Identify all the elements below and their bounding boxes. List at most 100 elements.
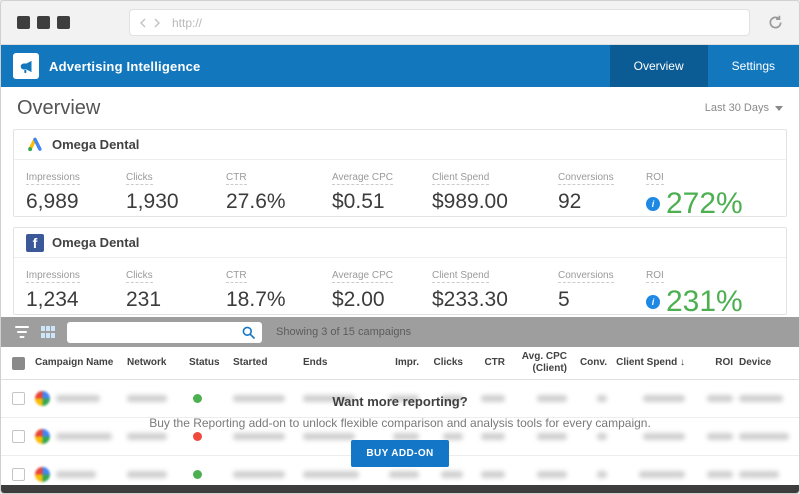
redacted-cell-text (481, 471, 505, 478)
info-icon[interactable]: i (646, 197, 660, 211)
column-header-clicks[interactable]: Clicks (425, 357, 469, 370)
info-icon[interactable]: i (646, 295, 660, 309)
metric-label: Average CPC (332, 270, 393, 283)
redacted-cell-text (441, 471, 463, 478)
browser-chrome (1, 1, 799, 45)
column-header-client-spend[interactable]: Client Spend ↓ (613, 357, 691, 370)
page-heading-row: Overview Last 30 Days (1, 87, 799, 129)
search-icon[interactable] (242, 326, 255, 339)
metric-client-spend: Client Spend $233.30 (432, 265, 558, 319)
filter-icon[interactable] (15, 326, 29, 338)
metric-clicks: Clicks 1,930 (126, 167, 226, 221)
column-header-status[interactable]: Status (189, 357, 233, 370)
metric-label: Clicks (126, 270, 153, 283)
refresh-icon[interactable] (768, 15, 783, 30)
metric-label: Conversions (558, 270, 614, 283)
metric-value: $989.00 (432, 190, 558, 214)
metric-label: CTR (226, 172, 247, 185)
browser-back-button[interactable] (17, 16, 30, 29)
table-toolbar: Showing 3 of 15 campaigns (1, 317, 799, 347)
metric-value: 27.6% (226, 190, 332, 214)
url-bar-chevrons-icon (140, 18, 160, 28)
metric-impressions: Impressions 6,989 (26, 167, 126, 221)
app-window: Advertising Intelligence Overview Settin… (0, 0, 800, 494)
row-checkbox[interactable] (12, 468, 25, 481)
chevron-down-icon (775, 106, 783, 111)
tab-settings[interactable]: Settings (708, 45, 799, 87)
browser-menu-button[interactable] (57, 16, 70, 29)
column-header-conversions[interactable]: Conv. (573, 357, 613, 370)
campaign-search-input[interactable] (74, 326, 242, 338)
sort-desc-icon: ↓ (680, 357, 685, 368)
app-title: Advertising Intelligence (49, 59, 200, 74)
browser-forward-button[interactable] (37, 16, 50, 29)
url-input[interactable] (172, 16, 739, 30)
metric-label: CTR (226, 270, 247, 283)
upsell-title: Want more reporting? (1, 394, 799, 409)
column-header-device[interactable]: Device (739, 357, 800, 370)
page-title: Overview (17, 97, 100, 120)
column-header-impressions[interactable]: Impr. (373, 357, 425, 370)
tab-overview[interactable]: Overview (610, 45, 708, 87)
metric-label: Client Spend (432, 270, 489, 283)
column-header-network[interactable]: Network (127, 357, 189, 370)
redacted-cell-text (56, 471, 96, 478)
column-header-ends[interactable]: Ends (303, 357, 373, 370)
column-header-ctr[interactable]: CTR (469, 357, 511, 370)
metric-label: Conversions (558, 172, 614, 185)
metric-value: 18.7% (226, 288, 332, 312)
metric-label: Client Spend (432, 172, 489, 185)
metric-roi: ROI i 231% (646, 265, 774, 319)
metric-label: Clicks (126, 172, 153, 185)
column-header-avg-cpc[interactable]: Avg. CPC (Client) (511, 351, 573, 376)
metric-average-cpc: Average CPC $2.00 (332, 265, 432, 319)
metric-label: Impressions (26, 172, 80, 185)
redacted-cell-text (303, 471, 359, 478)
select-all-checkbox[interactable] (12, 357, 25, 370)
metric-label: Impressions (26, 270, 80, 283)
redacted-cell-text (597, 471, 607, 478)
campaign-search-box[interactable] (67, 322, 262, 343)
metric-value: $2.00 (332, 288, 432, 312)
account-name: Omega Dental (52, 235, 139, 250)
url-bar[interactable] (129, 9, 750, 36)
upsell-description: Buy the Reporting add-on to unlock flexi… (120, 416, 680, 430)
metric-value: 6,989 (26, 190, 126, 214)
redacted-cell-text (389, 471, 419, 478)
metric-value: 231 (126, 288, 226, 312)
column-header-roi[interactable]: ROI (691, 357, 739, 370)
metric-value: $0.51 (332, 190, 432, 214)
redacted-cell-text (127, 471, 167, 478)
google-network-icon (35, 467, 50, 482)
table-header-row: Campaign Name Network Status Started End… (1, 347, 799, 380)
metric-ctr: CTR 27.6% (226, 167, 332, 221)
metric-label: Average CPC (332, 172, 393, 185)
header-tabs: Overview Settings (610, 45, 799, 87)
account-summary-card-google: Omega Dental Impressions 6,989 Clicks 1,… (13, 129, 787, 217)
metrics-row: Impressions 6,989 Clicks 1,930 CTR 27.6%… (14, 160, 786, 221)
buy-add-on-button[interactable]: BUY ADD-ON (351, 440, 448, 467)
google-ads-icon (26, 136, 44, 154)
card-header: Omega Dental (14, 130, 786, 160)
metrics-row: Impressions 1,234 Clicks 231 CTR 18.7% A… (14, 258, 786, 319)
redacted-cell-text (537, 471, 567, 478)
column-header-campaign-name[interactable]: Campaign Name (35, 357, 127, 370)
metric-client-spend: Client Spend $989.00 (432, 167, 558, 221)
column-header-started[interactable]: Started (233, 357, 303, 370)
date-range-dropdown[interactable]: Last 30 Days (705, 102, 783, 114)
reporting-upsell-overlay: Want more reporting? Buy the Reporting a… (1, 394, 799, 467)
redacted-cell-text (233, 471, 285, 478)
metric-roi: ROI i 272% (646, 167, 774, 221)
megaphone-app-logo-icon (13, 53, 39, 79)
account-summary-card-facebook: f Omega Dental Impressions 1,234 Clicks … (13, 227, 787, 315)
facebook-icon: f (26, 234, 44, 252)
metric-value: 1,930 (126, 190, 226, 214)
metric-conversions: Conversions 92 (558, 167, 646, 221)
roi-value: 272% (666, 187, 743, 221)
column-header-label: Client Spend (616, 357, 677, 368)
columns-grid-icon[interactable] (41, 326, 55, 338)
metric-value: 1,234 (26, 288, 126, 312)
bottom-bar (1, 485, 799, 493)
redacted-cell-text (739, 471, 779, 478)
metric-conversions: Conversions 5 (558, 265, 646, 319)
